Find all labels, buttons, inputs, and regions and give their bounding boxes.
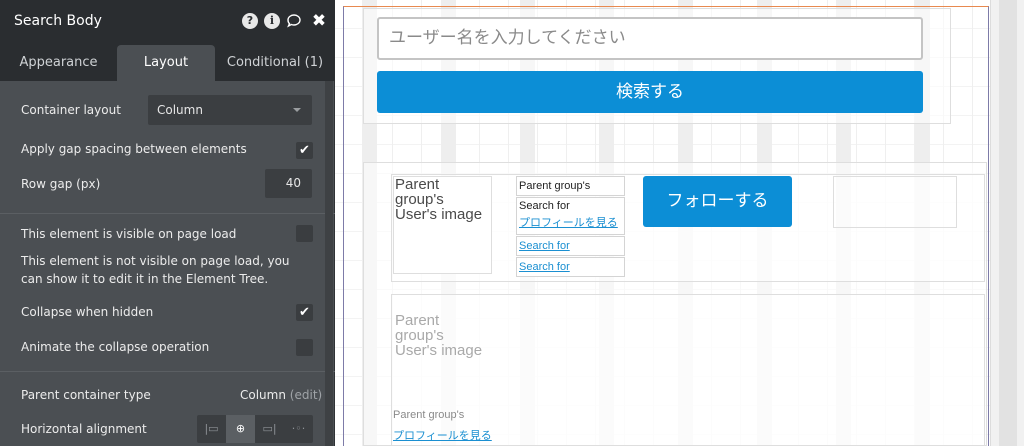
image-placeholder-line: Parent xyxy=(395,313,440,329)
tab-layout[interactable]: Layout xyxy=(117,45,215,81)
row-gap-label: Row gap (px) xyxy=(21,177,101,191)
not-visible-description: This element is not visible on page load… xyxy=(21,254,290,286)
user-image: Parent group's User's image xyxy=(395,177,491,222)
divider xyxy=(0,213,335,214)
canvas-scrollbar[interactable] xyxy=(999,0,1017,446)
tab-conditional[interactable]: Conditional (1) xyxy=(215,45,335,81)
gap-spacing-label: Apply gap spacing between elements xyxy=(21,142,247,156)
horizontal-alignment-label: Horizontal alignment xyxy=(21,422,147,436)
collapse-when-hidden-label: Collapse when hidden xyxy=(21,305,154,319)
align-right-icon[interactable]: ▭| xyxy=(255,415,284,443)
visible-on-load-checkbox[interactable] xyxy=(296,225,313,242)
parent-container-type-value: Column (edit) xyxy=(240,388,322,402)
close-icon[interactable]: ✖ xyxy=(311,13,327,30)
help-icon[interactable]: ? xyxy=(242,13,258,29)
user-image: Parent group's User's image xyxy=(395,313,491,358)
follow-button[interactable]: フォローする xyxy=(643,176,792,227)
property-editor-panel: Search Body ? i ✖ Appearance Layout Cond… xyxy=(0,0,335,446)
info-icon[interactable]: i xyxy=(264,13,280,29)
view-profile-link[interactable]: プロフィールを見る xyxy=(393,427,492,443)
container-layout-label: Container layout xyxy=(21,103,121,117)
align-left-icon[interactable]: |▭ xyxy=(197,415,226,443)
panel-title: Search Body xyxy=(14,13,102,29)
parent-container-type-text: Column xyxy=(240,388,286,402)
search-button[interactable]: 検索する xyxy=(377,71,923,113)
profile-cell: Search for プロフィールを見る xyxy=(516,197,625,235)
view-profile-link[interactable]: プロフィールを見る xyxy=(519,215,624,232)
visible-on-load-label: This element is visible on page load xyxy=(21,227,237,241)
panel-header: Search Body ? i ✖ xyxy=(0,0,335,45)
divider xyxy=(0,371,335,372)
image-placeholder-line: group's xyxy=(395,327,444,344)
panel-tabs: Appearance Layout Conditional (1) xyxy=(0,45,335,81)
gap-spacing-checkbox[interactable]: ✔ xyxy=(296,142,313,159)
collapse-when-hidden-checkbox[interactable]: ✔ xyxy=(296,304,313,321)
panel-scrollbar[interactable] xyxy=(325,81,333,446)
canvas-right-gutter xyxy=(990,0,1024,446)
container-layout-select[interactable]: Column xyxy=(148,95,312,125)
chevron-down-icon xyxy=(293,108,301,112)
container-layout-value: Column xyxy=(157,103,203,117)
username-search-input[interactable]: ユーザー名を入力してください xyxy=(377,17,923,60)
image-placeholder-line: User's image xyxy=(395,206,483,222)
image-placeholder-line: User's image xyxy=(395,342,483,358)
search-for-text: Search for xyxy=(519,200,570,212)
editor-canvas: ユーザー名を入力してください 検索する Parent group's User'… xyxy=(335,0,1024,446)
image-placeholder-line: group's xyxy=(395,191,444,208)
parent-group-text: Parent group's xyxy=(393,409,465,421)
animate-collapse-checkbox[interactable] xyxy=(296,339,313,356)
search-for-link[interactable]: Search for xyxy=(516,236,625,256)
parent-container-type-label: Parent container type xyxy=(21,388,151,402)
align-distribute-icon[interactable]: ·◦· xyxy=(284,415,313,443)
image-placeholder-line: Parent xyxy=(395,177,440,193)
parent-group-text: Parent group's xyxy=(516,176,625,196)
tab-appearance[interactable]: Appearance xyxy=(0,45,117,81)
align-center-icon[interactable]: ⊕ xyxy=(226,415,255,443)
empty-group[interactable] xyxy=(833,176,957,228)
comment-icon[interactable] xyxy=(286,13,302,29)
animate-collapse-label: Animate the collapse operation xyxy=(21,340,210,354)
horizontal-alignment-group: |▭ ⊕ ▭| ·◦· xyxy=(197,415,313,443)
search-for-link[interactable]: Search for xyxy=(516,257,625,277)
row-gap-input[interactable]: 40 xyxy=(265,169,312,198)
parent-container-type-edit-link[interactable]: (edit) xyxy=(290,388,322,402)
